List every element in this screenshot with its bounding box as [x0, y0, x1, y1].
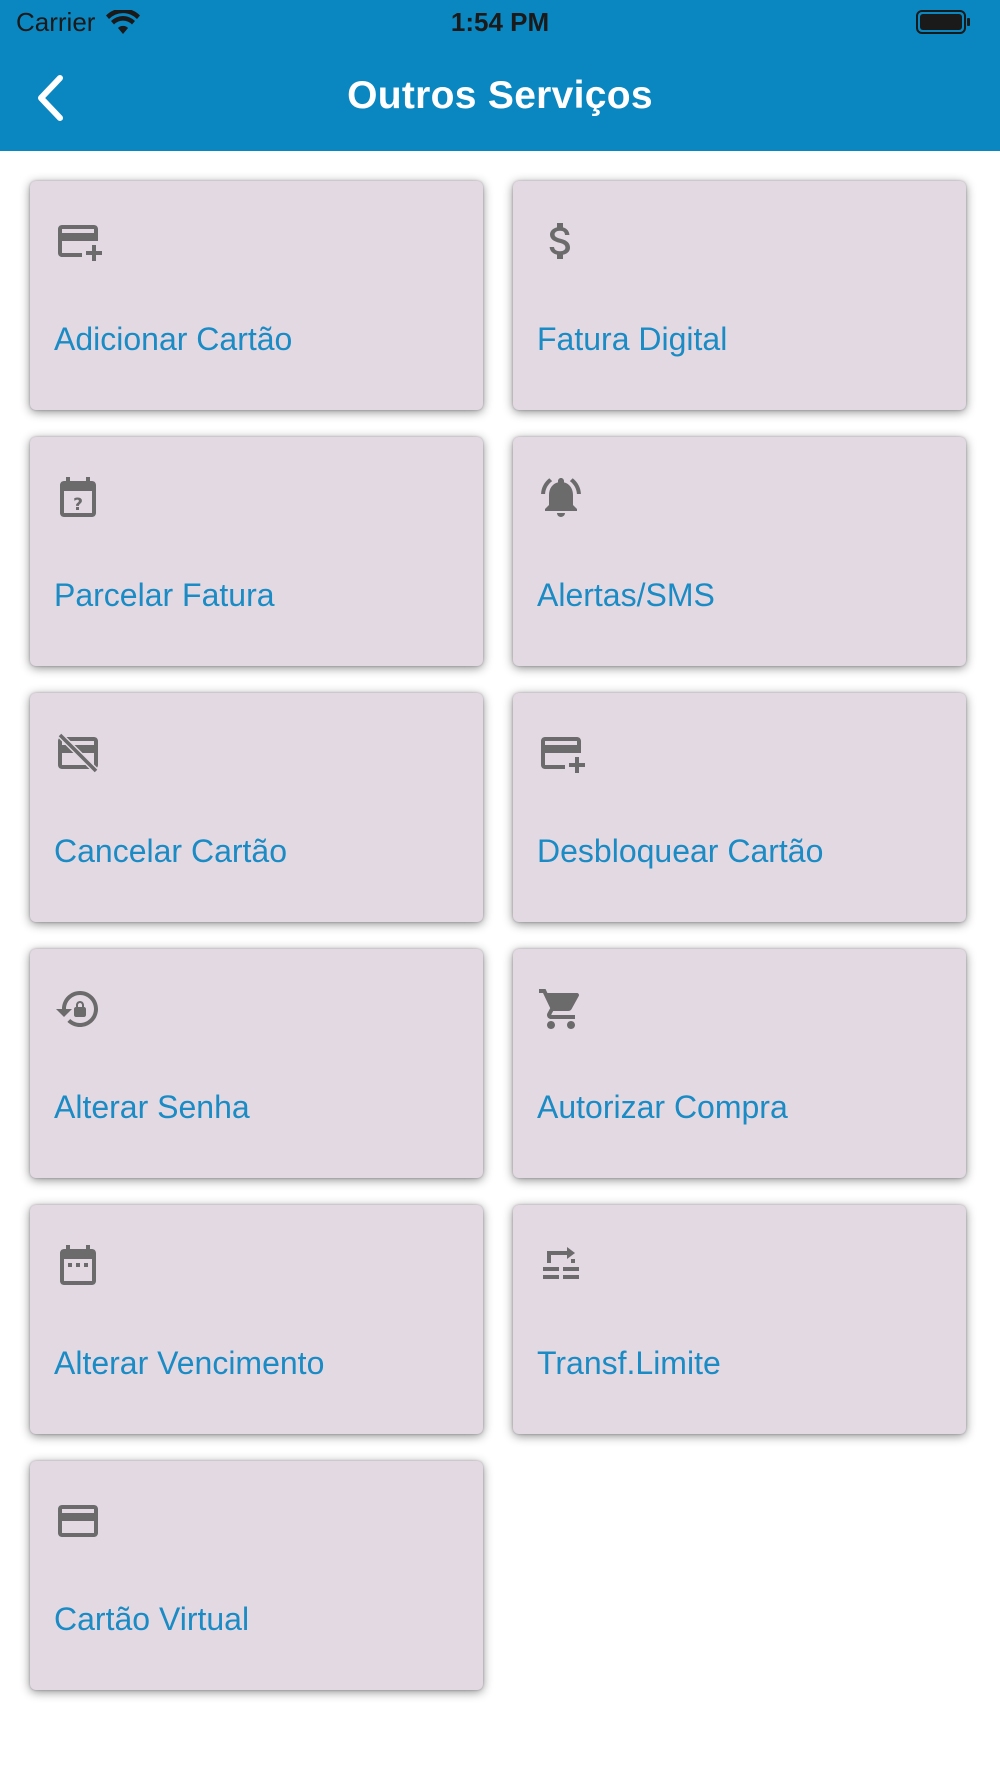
calendar-icon: [54, 1241, 102, 1289]
service-card-alterar-senha[interactable]: Alterar Senha: [30, 949, 483, 1178]
service-card-cartao-virtual[interactable]: Cartão Virtual: [30, 1461, 483, 1690]
calendar-question-icon: ?: [54, 473, 102, 521]
service-label: Alertas/SMS: [537, 577, 715, 613]
status-bar: Carrier 1:54 PM: [0, 0, 1000, 46]
app-header: Carrier 1:54 PM Outros Serviços: [0, 0, 1000, 151]
page-title: Outros Serviços: [347, 74, 653, 117]
dollar-icon: [537, 217, 585, 265]
service-label: Adicionar Cartão: [54, 321, 293, 357]
battery-icon: [916, 10, 970, 34]
alarm-bell-icon: [537, 473, 585, 521]
lock-reset-icon: [54, 985, 102, 1033]
service-card-alterar-vencimento[interactable]: Alterar Vencimento: [30, 1205, 483, 1434]
service-card-autorizar-compra[interactable]: Autorizar Compra: [513, 949, 966, 1178]
transfer-icon: [537, 1241, 585, 1289]
service-label: Cartão Virtual: [54, 1601, 250, 1637]
card-off-icon: [54, 729, 102, 777]
service-label: Fatura Digital: [537, 321, 728, 357]
status-time: 1:54 PM: [450, 7, 550, 37]
service-card-desbloquear-cartao[interactable]: Desbloquear Cartão: [513, 693, 966, 922]
service-card-parcelar-fatura[interactable]: ? Parcelar Fatura: [30, 437, 483, 666]
service-card-cancelar-cartao[interactable]: Cancelar Cartão: [30, 693, 483, 922]
svg-text:?: ?: [73, 495, 83, 515]
service-card-transf-limite[interactable]: Transf.Limite: [513, 1205, 966, 1434]
services-content: Adicionar Cartão Fatura Digital ? Parcel…: [0, 151, 1000, 1778]
service-label: Autorizar Compra: [537, 1089, 788, 1125]
add-card-icon: [54, 217, 102, 265]
service-label: Parcelar Fatura: [54, 577, 275, 613]
service-label: Alterar Vencimento: [54, 1345, 325, 1381]
service-card-adicionar-cartao[interactable]: Adicionar Cartão: [30, 181, 483, 410]
cart-icon: [537, 985, 585, 1033]
service-label: Cancelar Cartão: [54, 833, 287, 869]
navigation-bar: Outros Serviços: [0, 50, 1000, 150]
add-card-icon: [537, 729, 585, 777]
service-card-fatura-digital[interactable]: Fatura Digital: [513, 181, 966, 410]
credit-card-icon: [54, 1497, 102, 1545]
service-card-alertas-sms[interactable]: Alertas/SMS: [513, 437, 966, 666]
service-label: Desbloquear Cartão: [537, 833, 824, 869]
service-label: Alterar Senha: [54, 1089, 250, 1125]
service-label: Transf.Limite: [537, 1345, 721, 1381]
